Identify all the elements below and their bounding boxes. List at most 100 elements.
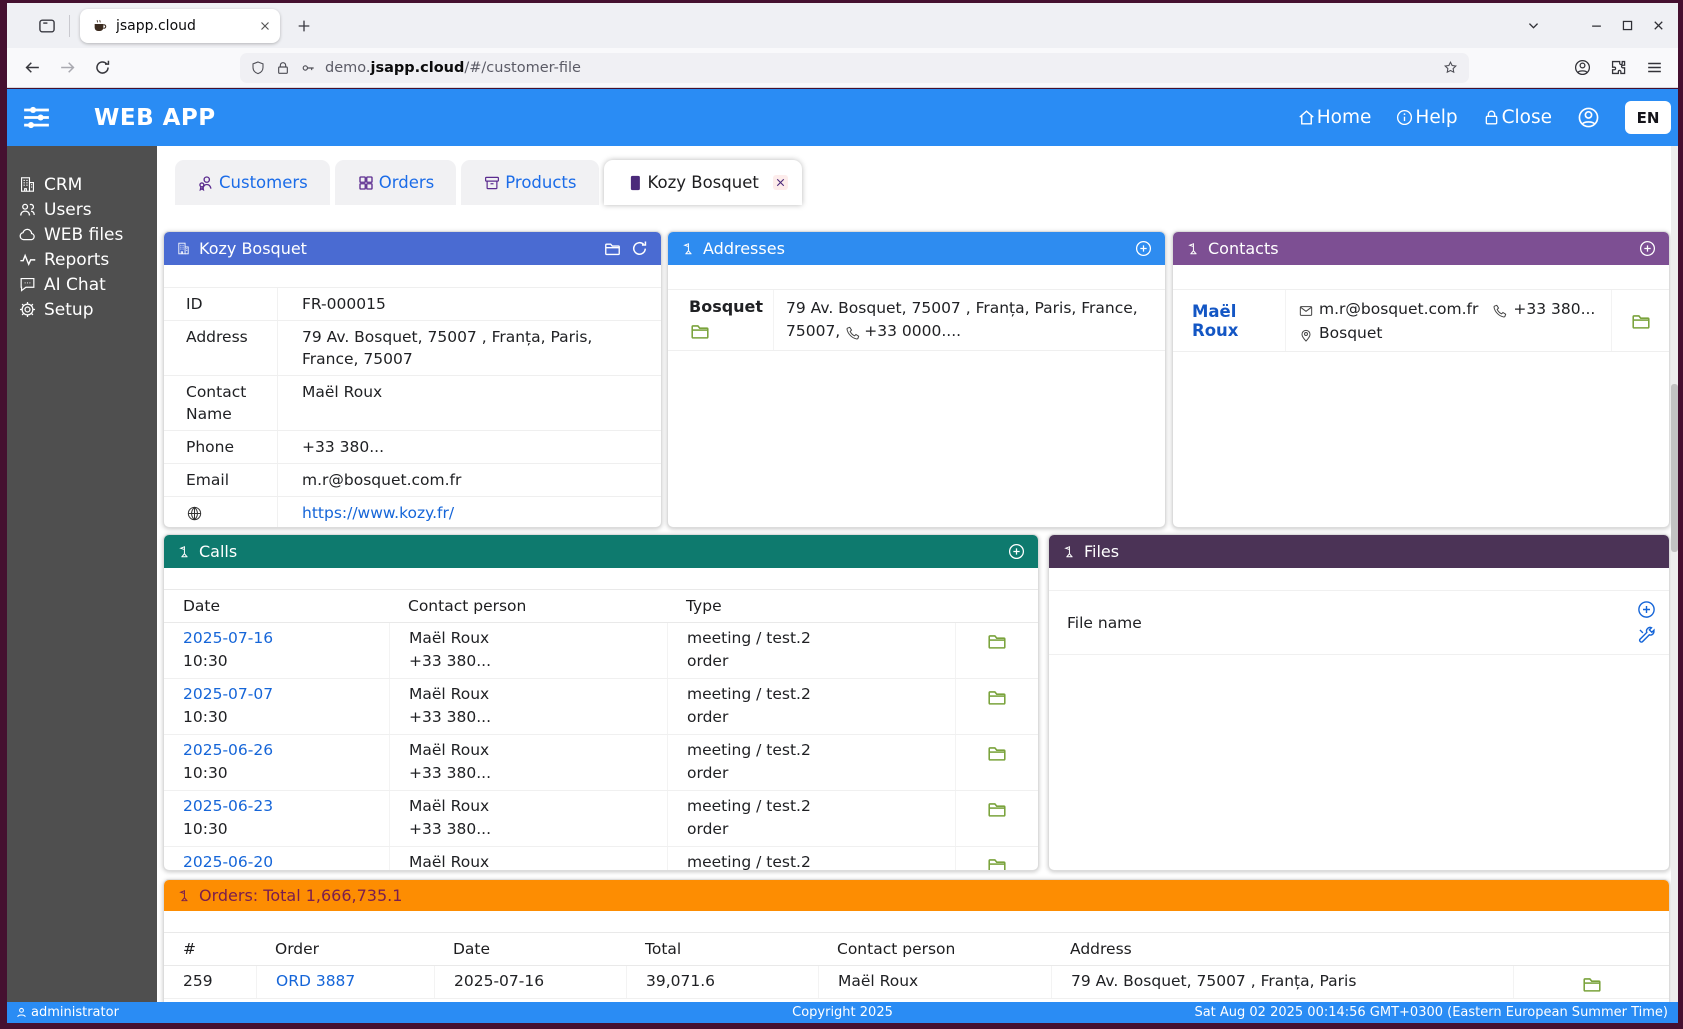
mail-icon [1298, 303, 1314, 319]
milestone-icon [1185, 241, 1200, 256]
main-content: Customers Orders Products Kozy Bosquet K… [157, 146, 1671, 1002]
folder-icon[interactable] [689, 320, 711, 342]
refresh-icon[interactable] [630, 239, 649, 258]
call-date-link[interactable]: 2025-06-23 [183, 795, 385, 818]
browser-navbar: demo.jsapp.cloud/#/customer-file [7, 48, 1678, 88]
website-link[interactable]: https://www.kozy.fr/ [302, 504, 454, 522]
scrollbar-thumb[interactable] [1671, 384, 1678, 552]
back-icon[interactable] [23, 58, 42, 77]
url-bar[interactable]: demo.jsapp.cloud/#/customer-file [240, 53, 1469, 83]
column-header-address: Address [1051, 940, 1513, 958]
addresses-card-title: Addresses [703, 239, 785, 258]
window-minimize-icon[interactable] [1589, 18, 1604, 33]
sidebar-item-users[interactable]: Users [7, 197, 157, 222]
add-call-icon[interactable] [1007, 542, 1026, 561]
column-header-contact-person: Contact person [389, 597, 667, 615]
home-link[interactable]: Home [1297, 107, 1372, 128]
contacts-card-title: Contacts [1208, 239, 1279, 258]
folder-icon[interactable] [1630, 310, 1652, 332]
extensions-puzzle-icon[interactable] [1609, 58, 1628, 77]
contact-detail: m.r@bosquet.com.fr+33 380... Bosquet [1285, 290, 1611, 351]
sidebar-item-web-files[interactable]: WEB files [7, 222, 157, 247]
add-contact-icon[interactable] [1638, 239, 1657, 258]
password-key-icon[interactable] [300, 60, 316, 76]
location-pin-icon [1298, 327, 1314, 343]
sidebar-item-crm[interactable]: CRM [7, 172, 157, 197]
sidebar-item-setup[interactable]: Setup [7, 297, 157, 322]
status-bar: administrator Copyright 2025 Sat Aug 02 … [7, 1002, 1678, 1023]
tab-list-chevron-icon[interactable] [1526, 18, 1541, 33]
connection-lock-icon[interactable] [275, 60, 291, 76]
detail-row-contact-name: Contact NameMaël Roux [164, 376, 661, 431]
add-file-icon[interactable] [1636, 599, 1657, 620]
sidebar-item-ai-chat[interactable]: AI Chat [7, 272, 157, 297]
folder-icon[interactable] [986, 686, 1008, 708]
add-address-icon[interactable] [1134, 239, 1153, 258]
account-icon[interactable] [1573, 58, 1592, 77]
activity-icon [18, 250, 37, 269]
sidebar-toggle-icon[interactable] [20, 101, 53, 134]
sidebar-item-reports[interactable]: Reports [7, 247, 157, 272]
folder-icon[interactable] [986, 742, 1008, 764]
user-profile-icon[interactable] [1576, 105, 1601, 130]
browser-tab[interactable]: jsapp.cloud [80, 9, 280, 43]
call-date-link[interactable]: 2025-07-07 [183, 683, 385, 706]
calls-card: Calls Date Contact person Type 2025-07-1… [163, 534, 1039, 871]
milestone-icon [176, 544, 191, 559]
addresses-card-header: Addresses [668, 232, 1165, 265]
files-table-header: File name [1049, 590, 1669, 655]
close-tab-icon[interactable] [773, 175, 788, 190]
milestone-icon [1061, 544, 1076, 559]
tools-icon[interactable] [1636, 626, 1657, 647]
url-text: demo.jsapp.cloud/#/customer-file [325, 60, 1433, 76]
tracking-shield-icon[interactable] [250, 60, 266, 76]
tab-customers[interactable]: Customers [175, 160, 330, 205]
sidebar-item-label: CRM [44, 175, 82, 195]
tab-products[interactable]: Products [461, 160, 598, 205]
window-close-icon[interactable] [1651, 18, 1666, 33]
chat-icon [18, 275, 37, 294]
bookmark-star-icon[interactable] [1442, 59, 1459, 76]
call-date-link[interactable]: 2025-06-20 [183, 851, 385, 871]
calls-card-title: Calls [199, 542, 237, 561]
help-link[interactable]: Help [1395, 107, 1457, 128]
folder-icon[interactable] [1581, 973, 1603, 995]
page-scrollbar[interactable] [1671, 146, 1678, 1002]
browser-menu-icon[interactable] [1645, 58, 1664, 77]
open-folder-icon[interactable] [603, 239, 622, 258]
folder-icon[interactable] [986, 630, 1008, 652]
new-tab-button[interactable] [296, 18, 312, 34]
calls-table-header: Date Contact person Type [164, 589, 1038, 623]
call-date-link[interactable]: 2025-07-16 [183, 627, 385, 650]
app-title: WEB APP [94, 105, 216, 131]
building-icon [176, 241, 191, 256]
call-row: 2025-06-2610:30 Maël Roux+33 380... meet… [164, 735, 1038, 791]
tab-label: Customers [219, 173, 308, 192]
reload-icon[interactable] [93, 58, 112, 77]
lock-icon [1482, 108, 1501, 127]
folder-icon[interactable] [986, 798, 1008, 820]
tab-orders[interactable]: Orders [335, 160, 457, 205]
column-header-contact-person: Contact person [818, 940, 1051, 958]
close-link[interactable]: Close [1482, 107, 1552, 128]
tab-close-icon[interactable] [258, 19, 272, 33]
window-maximize-icon[interactable] [1620, 18, 1635, 33]
browser-titlebar: jsapp.cloud [7, 3, 1678, 48]
site-favicon-icon [92, 18, 108, 34]
call-date-link[interactable]: 2025-06-26 [183, 739, 385, 762]
tab-kozy-bosquet[interactable]: Kozy Bosquet [604, 160, 802, 205]
firefox-view-icon[interactable] [37, 16, 57, 36]
globe-icon [186, 505, 203, 522]
sidebar-item-label: Users [44, 200, 92, 220]
folder-icon[interactable] [986, 854, 1008, 871]
language-button[interactable]: EN [1625, 101, 1671, 134]
info-icon [1395, 108, 1414, 127]
forward-icon[interactable] [58, 58, 77, 77]
header-nav: Home Help Close EN [1297, 101, 1678, 134]
order-link[interactable]: ORD 3887 [276, 972, 355, 990]
files-card: Files File name [1048, 534, 1670, 871]
gear-icon [18, 300, 37, 319]
contact-name-link[interactable]: Maël Roux [1173, 302, 1285, 340]
sidebar: CRM Users WEB files Reports AI Chat Setu… [7, 146, 157, 1002]
tab-label: Kozy Bosquet [648, 173, 759, 192]
